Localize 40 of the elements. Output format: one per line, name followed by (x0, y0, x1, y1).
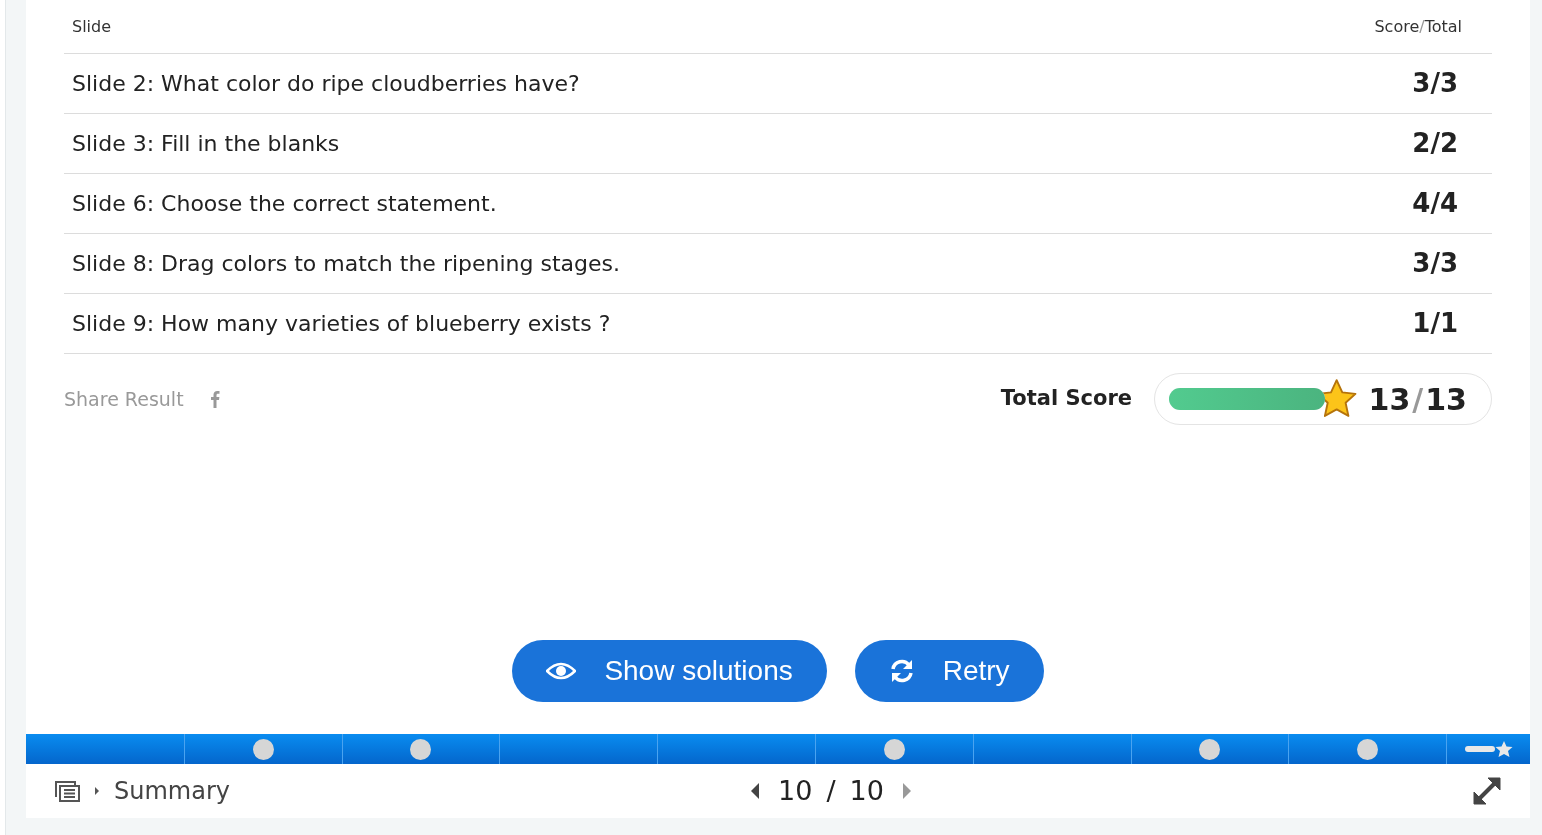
retry-button[interactable]: Retry (854, 640, 1044, 702)
progress-segment[interactable] (1130, 734, 1289, 764)
slide-title: Slide 8: Drag colors to match the ripening stages. (72, 250, 621, 278)
next-icon[interactable] (901, 782, 912, 800)
progress-segment[interactable] (183, 734, 342, 764)
show-solutions-button[interactable]: Show solutions (512, 640, 827, 702)
slide-score: 3/3 (1412, 67, 1458, 100)
column-header: Slide (72, 15, 112, 38)
progress-segment[interactable] (1446, 734, 1531, 764)
caret-icon (94, 786, 100, 796)
progress-segment[interactable] (1288, 734, 1447, 764)
slide-title: Slide 9: How many varieties of blueberry exists ? (72, 310, 611, 338)
progress-segment[interactable] (814, 734, 973, 764)
current-page: 10 (778, 773, 813, 808)
refresh-icon (888, 658, 915, 684)
separator-text: / (1412, 380, 1424, 419)
progress-segment[interactable] (341, 734, 500, 764)
score-max: 13 (1425, 380, 1467, 419)
eye-icon (546, 661, 577, 681)
facebook-icon[interactable] (209, 390, 220, 408)
slide-title: Slide 2: What color do ripe cloudberries have? (72, 70, 580, 98)
slide-title: Slide 6: Choose the correct statement. (72, 190, 497, 218)
separator-text: / (826, 773, 836, 808)
previous-icon[interactable] (750, 782, 761, 800)
slides-list-icon[interactable] (54, 780, 80, 802)
summary-star-icon (1463, 740, 1514, 758)
slide-score: 4/4 (1412, 187, 1458, 220)
slide-score: 2/2 (1412, 127, 1458, 160)
column-header: Score (1374, 15, 1420, 38)
fullscreen-icon[interactable] (1472, 776, 1502, 806)
column-header: Total (1424, 15, 1462, 38)
total-score-label: Total Score (1000, 385, 1132, 413)
footer-title: Summary (114, 776, 230, 807)
share-label: Share Result (64, 386, 184, 412)
slide-title: Slide 3: Fill in the blanks (72, 130, 340, 158)
slide-score: 1/1 (1412, 307, 1458, 340)
page-total: 10 (849, 773, 884, 808)
separator-text: / (1419, 15, 1425, 38)
slide-score: 3/3 (1412, 247, 1458, 280)
score-value: 13 (1368, 380, 1411, 419)
